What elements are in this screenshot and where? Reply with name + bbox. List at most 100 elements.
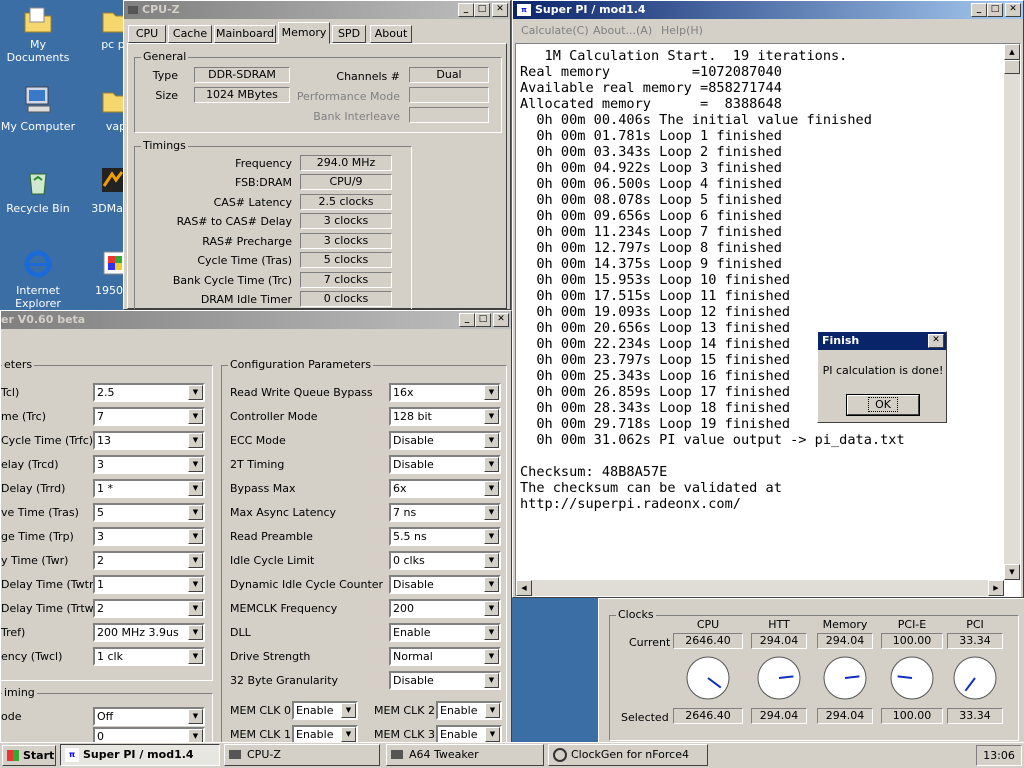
tab-mainboard[interactable]: Mainboard xyxy=(214,25,276,43)
memclk-dropdown[interactable]: Enable ▼ xyxy=(436,701,502,720)
chevron-down-icon[interactable]: ▼ xyxy=(188,601,203,616)
chevron-down-icon[interactable]: ▼ xyxy=(188,481,203,496)
chevron-down-icon[interactable]: ▼ xyxy=(484,505,499,520)
chevron-down-icon[interactable]: ▼ xyxy=(188,553,203,568)
memclk-dropdown[interactable]: Enable ▼ xyxy=(292,701,358,720)
close-button[interactable]: ✕ xyxy=(492,3,508,17)
config-dropdown[interactable]: 6x ▼ xyxy=(389,479,501,498)
chevron-down-icon[interactable]: ▼ xyxy=(188,385,203,400)
parameter-dropdown[interactable]: 1 ▼ xyxy=(93,575,205,594)
tab-spd[interactable]: SPD xyxy=(332,25,366,43)
chevron-down-icon[interactable]: ▼ xyxy=(484,601,499,616)
chevron-down-icon[interactable]: ▼ xyxy=(484,457,499,472)
parameter-dropdown[interactable]: Off ▼ xyxy=(93,707,205,726)
parameter-dropdown[interactable]: 3 ▼ xyxy=(93,527,205,546)
chevron-down-icon[interactable]: ▼ xyxy=(188,649,203,664)
vertical-scrollbar[interactable] xyxy=(1004,44,1020,580)
chevron-down-icon[interactable]: ▼ xyxy=(341,703,356,718)
close-button[interactable]: ✕ xyxy=(1005,3,1021,17)
parameter-dropdown[interactable]: 7 ▼ xyxy=(93,407,205,426)
tweaker-titlebar[interactable]: er V0.60 beta xyxy=(1,311,511,329)
superpi-titlebar[interactable]: π Super PI / mod1.4 xyxy=(513,1,1023,19)
maximize-button[interactable]: □ xyxy=(474,3,490,17)
maximize-button[interactable]: □ xyxy=(987,3,1003,17)
parameter-dropdown[interactable]: 200 MHz 3.9us ▼ xyxy=(93,623,205,642)
config-dropdown[interactable]: 7 ns ▼ xyxy=(389,503,501,522)
recycle-bin-icon[interactable] xyxy=(22,166,54,198)
clock-dial-icon[interactable] xyxy=(822,655,868,701)
scroll-thumb[interactable] xyxy=(1004,60,1020,74)
cpuz-titlebar[interactable]: CPU-Z xyxy=(124,1,510,19)
taskbar-item-clockgen[interactable]: ClockGen for nForce4 xyxy=(548,744,708,766)
finish-titlebar[interactable]: Finish xyxy=(818,332,946,350)
chevron-down-icon[interactable]: ▼ xyxy=(484,625,499,640)
chevron-down-icon[interactable]: ▼ xyxy=(484,553,499,568)
chevron-down-icon[interactable]: ▼ xyxy=(484,433,499,448)
chevron-down-icon[interactable]: ▼ xyxy=(485,703,500,718)
parameter-dropdown[interactable]: 2 ▼ xyxy=(93,599,205,618)
clock-dial-icon[interactable] xyxy=(756,655,802,701)
chevron-down-icon[interactable]: ▼ xyxy=(484,529,499,544)
chevron-down-icon[interactable]: ▼ xyxy=(188,529,203,544)
chevron-down-icon[interactable]: ▼ xyxy=(188,457,203,472)
menu-calculate[interactable]: Calculate(C) xyxy=(521,21,589,41)
chevron-down-icon[interactable]: ▼ xyxy=(341,727,356,742)
tab-memory[interactable]: Memory xyxy=(278,22,330,44)
close-button[interactable]: ✕ xyxy=(928,334,944,348)
menu-about[interactable]: About...(A) xyxy=(593,21,652,41)
config-dropdown[interactable]: 128 bit ▼ xyxy=(389,407,501,426)
chevron-down-icon[interactable]: ▼ xyxy=(484,649,499,664)
chevron-down-icon[interactable]: ▼ xyxy=(484,673,499,688)
chevron-down-icon[interactable]: ▼ xyxy=(188,625,203,640)
clock-dial-icon[interactable] xyxy=(685,655,731,701)
internet-explorer-icon[interactable] xyxy=(22,248,54,280)
scroll-up-button[interactable]: ▲ xyxy=(1004,44,1020,60)
chevron-down-icon[interactable]: ▼ xyxy=(188,709,203,724)
parameter-dropdown[interactable]: 5 ▼ xyxy=(93,503,205,522)
chevron-down-icon[interactable]: ▼ xyxy=(484,577,499,592)
tab-cpu[interactable]: CPU xyxy=(128,25,166,43)
config-dropdown[interactable]: Normal ▼ xyxy=(389,647,501,666)
clock-dial-icon[interactable] xyxy=(889,655,935,701)
start-button[interactable]: Start xyxy=(2,745,56,766)
parameter-dropdown[interactable]: 2 ▼ xyxy=(93,551,205,570)
parameter-dropdown[interactable]: 3 ▼ xyxy=(93,455,205,474)
clock-dial-icon[interactable] xyxy=(952,655,998,701)
config-dropdown[interactable]: Disable ▼ xyxy=(389,575,501,594)
taskbar-item-cpuz[interactable]: CPU-Z xyxy=(224,744,380,766)
scroll-right-button[interactable]: ▶ xyxy=(988,580,1004,596)
parameter-dropdown[interactable]: 13 ▼ xyxy=(93,431,205,450)
scroll-left-button[interactable]: ◀ xyxy=(516,580,532,596)
chevron-down-icon[interactable]: ▼ xyxy=(188,577,203,592)
config-dropdown[interactable]: Disable ▼ xyxy=(389,455,501,474)
parameter-dropdown[interactable]: 2.5 ▼ xyxy=(93,383,205,402)
parameter-dropdown[interactable]: 1 * ▼ xyxy=(93,479,205,498)
taskbar-item-a64-tweaker[interactable]: A64 Tweaker xyxy=(386,744,544,766)
config-dropdown[interactable]: Enable ▼ xyxy=(389,623,501,642)
config-dropdown[interactable]: Disable ▼ xyxy=(389,671,501,690)
chevron-down-icon[interactable]: ▼ xyxy=(188,409,203,424)
chevron-down-icon[interactable]: ▼ xyxy=(188,433,203,448)
maximize-button[interactable]: □ xyxy=(475,313,491,327)
menu-help[interactable]: Help(H) xyxy=(661,21,703,41)
chevron-down-icon[interactable]: ▼ xyxy=(484,409,499,424)
minimize-button[interactable]: _ xyxy=(971,3,987,17)
my-computer-icon[interactable] xyxy=(22,84,54,116)
config-dropdown[interactable]: 16x ▼ xyxy=(389,383,501,402)
parameter-dropdown[interactable]: 1 clk ▼ xyxy=(93,647,205,666)
config-dropdown[interactable]: 0 clks ▼ xyxy=(389,551,501,570)
scroll-down-button[interactable]: ▼ xyxy=(1004,564,1020,580)
ok-button[interactable]: OK xyxy=(846,394,920,416)
config-dropdown[interactable]: Disable ▼ xyxy=(389,431,501,450)
horizontal-scrollbar[interactable] xyxy=(516,580,1004,596)
config-dropdown[interactable]: 200 ▼ xyxy=(389,599,501,618)
tab-cache[interactable]: Cache xyxy=(168,25,212,43)
chevron-down-icon[interactable]: ▼ xyxy=(188,505,203,520)
output-textarea[interactable]: 1M Calculation Start. 19 iterations. Rea… xyxy=(515,43,1021,597)
minimize-button[interactable]: _ xyxy=(458,3,474,17)
chevron-down-icon[interactable]: ▼ xyxy=(484,481,499,496)
chevron-down-icon[interactable]: ▼ xyxy=(485,727,500,742)
tab-about[interactable]: About xyxy=(370,25,412,43)
my-documents-icon[interactable] xyxy=(22,4,54,36)
chevron-down-icon[interactable]: ▼ xyxy=(484,385,499,400)
